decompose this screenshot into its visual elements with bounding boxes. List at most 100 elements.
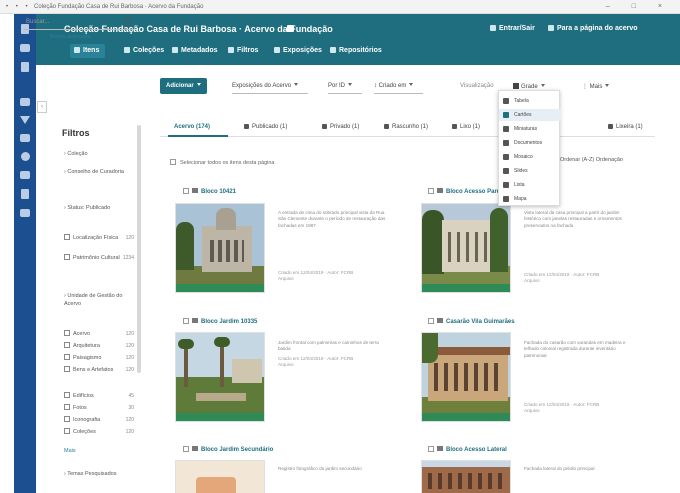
search-icon[interactable] (124, 18, 130, 24)
view-option[interactable]: Tabela (499, 95, 561, 107)
activity-icon[interactable] (20, 152, 30, 161)
sort-order-select[interactable]: Por ID (328, 78, 363, 94)
filter-group-header[interactable]: › Temas Pesquisados (64, 470, 134, 478)
logout-icon[interactable] (20, 209, 30, 217)
item-checkbox[interactable] (183, 446, 189, 452)
tab-trash-short[interactable]: Lixo (1) (452, 124, 480, 130)
item-card-title[interactable]: Bloco Acesso Parque (428, 188, 507, 195)
filter-group-header[interactable]: › Unidade de Gestão do Acervo (64, 292, 134, 308)
collapse-sidebar-button[interactable]: ‹ (37, 101, 47, 113)
item-thumbnail[interactable] (421, 332, 511, 422)
filter-checkbox[interactable] (64, 428, 70, 434)
add-item-button[interactable]: Adicionar (160, 78, 207, 94)
draft-icon (384, 124, 389, 129)
sort-hint[interactable]: Ordenar (A-Z) Ordenação (560, 157, 623, 163)
view-option[interactable]: Miniaturas (499, 123, 561, 135)
filter-checkbox[interactable] (64, 234, 70, 240)
filter-group-header[interactable]: › Coleção (64, 150, 134, 158)
item-thumbnail[interactable] (175, 203, 265, 293)
more-options-button[interactable]: ⋮ Mais (582, 78, 610, 94)
item-card-title[interactable]: Bloco 10421 (183, 188, 236, 195)
users-icon[interactable] (20, 134, 30, 142)
tab-metadata[interactable]: Metadados (168, 44, 224, 58)
checkbox[interactable] (170, 159, 176, 165)
filter-more-link[interactable]: Mais (64, 447, 134, 455)
view-option[interactable]: Documentos (499, 137, 561, 149)
collections-icon[interactable] (20, 44, 30, 52)
item-card-title[interactable]: Bloco Jardim Secundário (183, 446, 273, 453)
item-checkbox[interactable] (183, 188, 189, 194)
tab-private[interactable]: Privado (1) (322, 124, 359, 130)
header-link-login[interactable]: Entrar/Sair (490, 25, 535, 32)
item-thumbnail[interactable] (421, 460, 511, 493)
tag-icon[interactable] (20, 98, 30, 106)
item-thumbnail[interactable] (175, 460, 265, 493)
filter-option[interactable]: Coleções 120 (64, 428, 134, 436)
filter-checkbox[interactable] (64, 416, 70, 422)
tab-exhibitions[interactable]: Exposições (270, 44, 328, 58)
filter-option[interactable]: Paisagismo 120 (64, 354, 134, 362)
tab-repositories[interactable]: Repositórios (326, 44, 388, 58)
filter-option[interactable]: Acervo 120 (64, 330, 134, 338)
pin-icon[interactable] (287, 25, 294, 32)
filter-option[interactable]: Arquitetura 120 (64, 342, 134, 350)
filter-checkbox[interactable] (64, 342, 70, 348)
item-card-title[interactable]: Bloco Jardim 10335 (183, 318, 257, 325)
view-option-icon (503, 168, 509, 174)
tab-all[interactable]: Acervo (174) (174, 124, 210, 130)
filter-option[interactable]: Iconografia 120 (64, 416, 134, 424)
filter-checkbox[interactable] (64, 366, 70, 372)
filter-label: Edifícios (73, 393, 94, 399)
filter-option[interactable]: Patrimônio Cultural 1234 (64, 254, 134, 262)
window-controls[interactable]: – □ × (606, 3, 672, 10)
select-all-checkbox[interactable]: Selecionar todos os itens desta página (170, 159, 274, 166)
window-menu-icon[interactable]: • • • (6, 4, 31, 10)
user-icon (490, 25, 496, 31)
item-meta: Criado em 12/04/2019 · Autor: FCRB Arqui… (278, 356, 354, 368)
filter-checkbox[interactable] (64, 254, 70, 260)
tab-filters[interactable]: Filtros (224, 44, 264, 58)
settings-icon[interactable] (21, 189, 29, 199)
sidebar-scrollbar[interactable] (137, 125, 141, 373)
thumb-tree (422, 333, 438, 363)
header-link-collection[interactable]: Para a página do acervo (548, 25, 638, 32)
export-icon[interactable] (20, 171, 30, 179)
document-icon[interactable] (21, 62, 29, 72)
filter-icon[interactable] (20, 116, 30, 124)
item-checkbox[interactable] (428, 318, 434, 324)
filter-option[interactable]: Edifícios 45 (64, 392, 134, 400)
filter-count: 120 (125, 343, 134, 349)
view-option[interactable]: Lista (499, 179, 561, 191)
tab-draft[interactable]: Rascunho (1) (384, 124, 428, 130)
filter-option[interactable]: Fotos 30 (64, 404, 134, 412)
view-option[interactable]: Cartões (499, 109, 561, 121)
filter-group-header[interactable]: › Conselho de Curadoria (64, 168, 134, 176)
filter-group-header[interactable]: › Status: Publicado (64, 204, 134, 212)
exposure-select[interactable]: Exposições do Acervo (232, 78, 309, 94)
tab-items[interactable]: Itens (70, 44, 106, 58)
view-option[interactable]: Mosaico (499, 151, 561, 163)
filter-option[interactable]: Bens e Artefatos 120 (64, 366, 134, 374)
image-icon (192, 188, 198, 193)
tab-collections[interactable]: Coleções (120, 44, 170, 58)
filter-checkbox[interactable] (64, 392, 70, 398)
view-option[interactable]: Mapa (499, 193, 561, 205)
search-input[interactable]: Buscar... (24, 14, 134, 30)
item-checkbox[interactable] (428, 188, 434, 194)
item-thumbnail[interactable] (175, 332, 265, 422)
item-thumbnail[interactable] (421, 203, 511, 293)
filter-checkbox[interactable] (64, 404, 70, 410)
advanced-search-link[interactable]: Busca avançada (50, 34, 91, 40)
filter-checkbox[interactable] (64, 330, 70, 336)
thumb-palm-leaves (178, 339, 194, 349)
tab-published[interactable]: Publicado (1) (244, 124, 287, 130)
tab-trash[interactable]: Lixeira (1) (608, 124, 643, 130)
item-card-title[interactable]: Casarão Vila Guimarães (428, 318, 515, 325)
item-checkbox[interactable] (428, 446, 434, 452)
view-option[interactable]: Slides (499, 165, 561, 177)
filter-checkbox[interactable] (64, 354, 70, 360)
filter-option[interactable]: Localização Física 120 (64, 234, 134, 242)
item-card-title[interactable]: Bloco Acesso Lateral (428, 446, 507, 453)
item-checkbox[interactable] (183, 318, 189, 324)
sort-date-select[interactable]: ↕ Criado em (374, 78, 424, 94)
